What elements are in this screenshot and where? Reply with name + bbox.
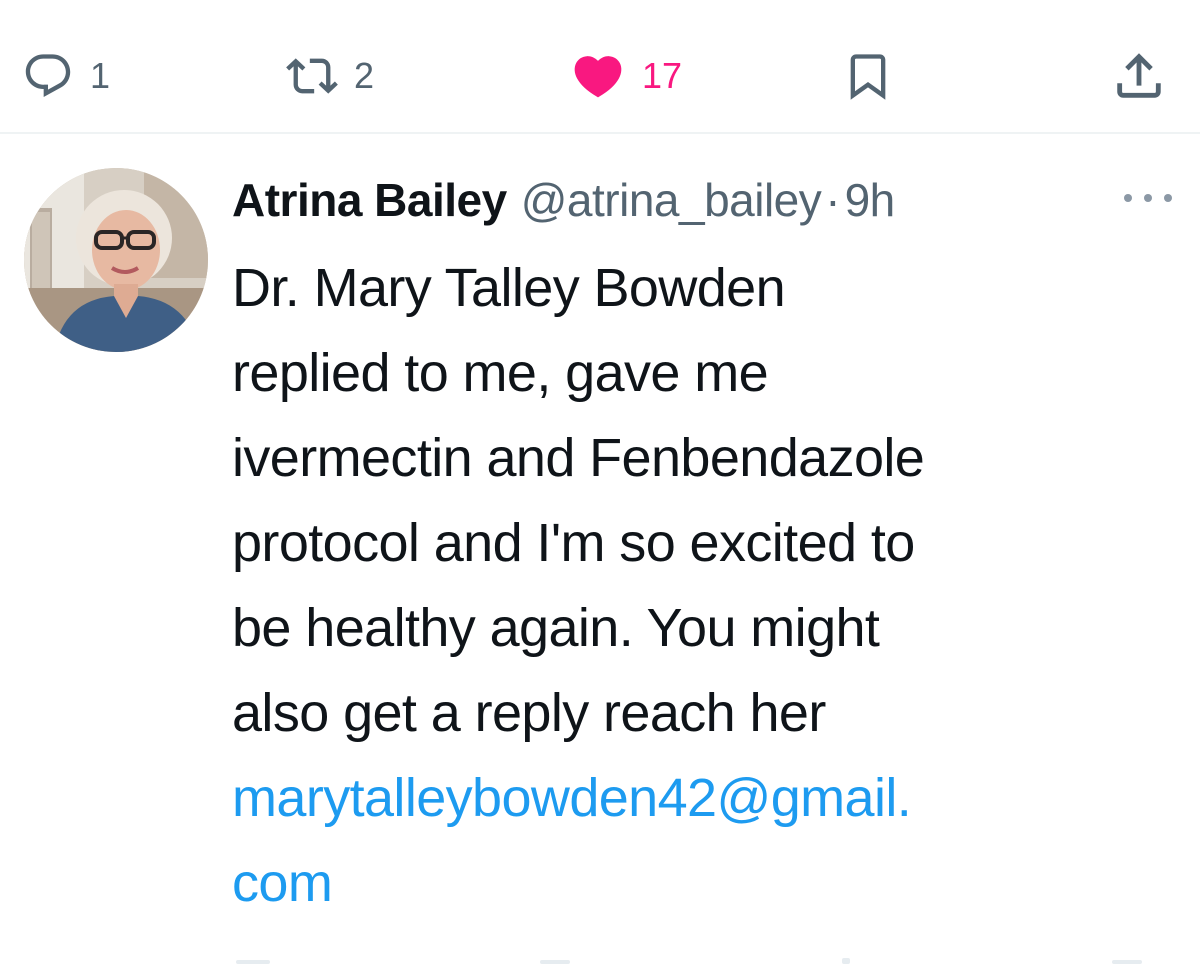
tweet-text-line: replied to me, gave me: [232, 343, 769, 403]
share-icon: [1110, 47, 1168, 105]
like-button[interactable]: 17: [570, 46, 682, 106]
next-row-edge: [0, 950, 1200, 964]
tweet-timestamp[interactable]: 9h: [845, 170, 896, 230]
retweet-count: 2: [354, 55, 375, 96]
tweet-text-line: Dr. Mary Talley Bowden: [232, 258, 786, 318]
like-count: 17: [642, 55, 683, 96]
more-options-button[interactable]: [1124, 186, 1172, 210]
tweet: Atrina Bailey @atrina_bailey · 9h Dr. Ma…: [0, 134, 1200, 964]
reply-button[interactable]: 1: [22, 46, 110, 106]
more-options-icon-dot: [1144, 194, 1152, 202]
author-display-name[interactable]: Atrina Bailey: [232, 170, 507, 230]
avatar[interactable]: [24, 168, 208, 352]
email-link-continuation[interactable]: com: [232, 841, 1182, 926]
bookmark-button[interactable]: [842, 46, 894, 106]
more-options-icon-dot: [1164, 194, 1172, 202]
tweet-text: Dr. Mary Talley Bowden replied to me, ga…: [232, 246, 1182, 926]
share-button[interactable]: [1110, 46, 1168, 106]
tweet-text-line: protocol and I'm so excited to: [232, 513, 915, 573]
retweet-button[interactable]: 2: [286, 46, 374, 106]
tweet-text-line: be healthy again. You might: [232, 598, 880, 658]
retweet-icon: [286, 50, 338, 102]
tweet-text-line: also get a reply reach her: [232, 683, 826, 743]
reply-icon: [22, 50, 74, 102]
header-separator: ·: [825, 174, 841, 226]
heart-icon: [570, 48, 626, 104]
bookmark-icon: [842, 50, 894, 102]
author-handle[interactable]: @atrina_bailey: [521, 170, 822, 230]
tweet-action-bar: 1 2 17: [0, 0, 1200, 134]
tweet-header: Atrina Bailey @atrina_bailey · 9h: [232, 170, 895, 230]
email-link[interactable]: marytalleybowden42@gmail.: [232, 756, 1182, 841]
tweet-text-line: ivermectin and Fenbendazole: [232, 428, 925, 488]
more-options-icon: [1124, 194, 1132, 202]
reply-count: 1: [90, 55, 111, 96]
